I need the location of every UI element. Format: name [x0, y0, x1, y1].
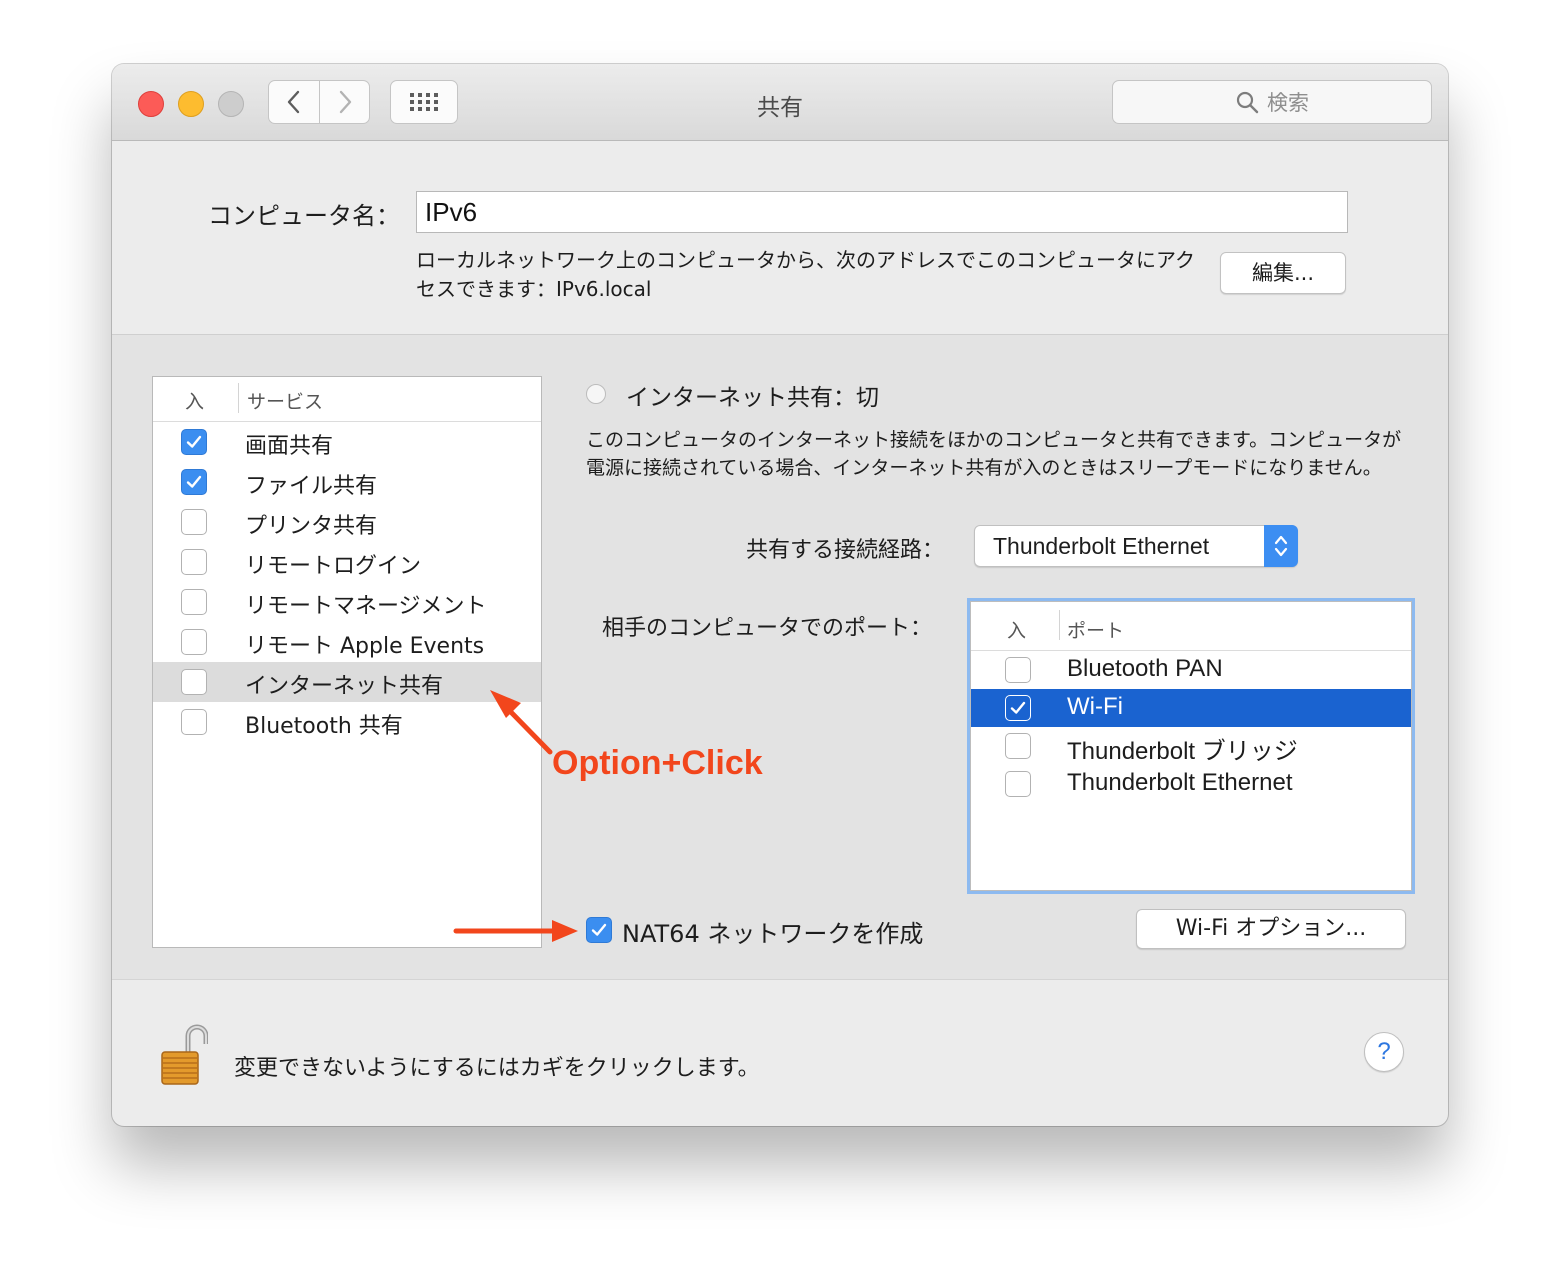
- option-click-annotation: Option+Click: [552, 744, 763, 782]
- annotation-arrows: [453, 690, 578, 942]
- arrow-to-nat64-checkbox: [453, 920, 578, 942]
- arrow-to-internet-sharing: [490, 690, 553, 755]
